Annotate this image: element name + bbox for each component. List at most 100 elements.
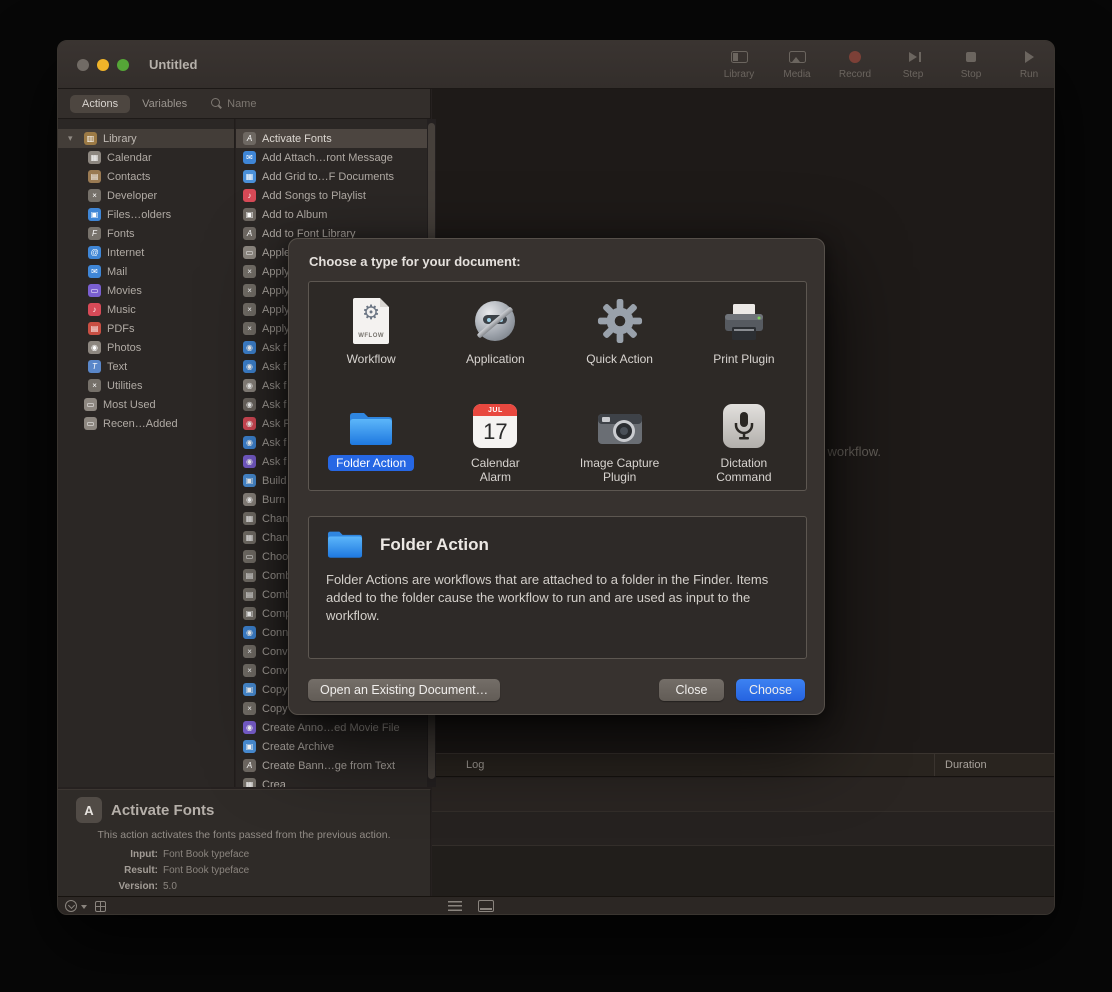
action-list-item[interactable]: ▦ Add Grid to…F Documents bbox=[236, 167, 427, 186]
toolbar-button[interactable]: Step bbox=[890, 49, 936, 80]
sidebar-item[interactable]: × Utilities bbox=[58, 376, 234, 395]
open-existing-document-button[interactable]: Open an Existing Document… bbox=[308, 679, 500, 701]
action-label: Conn bbox=[262, 627, 288, 639]
sidebar-item-label: Developer bbox=[107, 190, 157, 202]
sidebar-item-label: Internet bbox=[107, 247, 144, 259]
detail-field: Result: Font Book typeface bbox=[58, 862, 430, 878]
action-list-item[interactable]: ▣ Create Archive bbox=[236, 737, 427, 756]
detail-field-value: Font Book typeface bbox=[163, 865, 249, 876]
toolbar-button[interactable]: Media bbox=[774, 49, 820, 80]
disclosure-triangle-icon[interactable]: ▾ bbox=[68, 133, 78, 144]
detail-field-label: Version: bbox=[58, 881, 158, 892]
action-icon: ▦ bbox=[243, 170, 256, 183]
action-list-item[interactable]: ✉ Add Attach…ront Message bbox=[236, 148, 427, 167]
folder-icon: ▭ bbox=[84, 398, 97, 411]
tab-variables[interactable]: Variables bbox=[130, 95, 199, 113]
type-dictation-command[interactable]: Dictation Command bbox=[682, 386, 806, 490]
action-icon: ▭ bbox=[243, 550, 256, 563]
action-label: Ask f bbox=[262, 380, 286, 392]
media-popup-button[interactable] bbox=[65, 900, 77, 912]
microphone-icon bbox=[723, 398, 765, 448]
category-icon: ▣ bbox=[88, 208, 101, 221]
sidebar-item[interactable]: ▣ Files…olders bbox=[58, 205, 234, 224]
action-label: Build bbox=[262, 475, 286, 487]
sidebar-item[interactable]: ♪ Music bbox=[58, 300, 234, 319]
action-label: Ask f bbox=[262, 399, 286, 411]
sidebar-item[interactable]: ▤ Contacts bbox=[58, 167, 234, 186]
action-list-item[interactable]: A Create Bann…ge from Text bbox=[236, 756, 427, 775]
tab-actions[interactable]: Actions bbox=[70, 95, 130, 113]
action-list-item[interactable]: ▦ Crea bbox=[236, 775, 427, 787]
action-label: Add to Album bbox=[262, 209, 327, 221]
window-title: Untitled bbox=[149, 57, 197, 72]
sidebar-item[interactable]: ▭ Recen…Added bbox=[58, 414, 234, 433]
action-icon: ◉ bbox=[243, 493, 256, 506]
log-row[interactable] bbox=[432, 778, 1054, 812]
action-icon: ◉ bbox=[243, 379, 256, 392]
action-icon: ▣ bbox=[243, 683, 256, 696]
type-folder-action[interactable]: Folder Action bbox=[309, 386, 433, 490]
sidebar-item[interactable]: F Fonts bbox=[58, 224, 234, 243]
action-list-item[interactable]: ♪ Add Songs to Playlist bbox=[236, 186, 427, 205]
type-print-plugin[interactable]: Print Plugin bbox=[682, 282, 806, 386]
list-view-button[interactable] bbox=[448, 901, 462, 911]
type-workflow[interactable]: ⚙ WFLOW Workflow bbox=[309, 282, 433, 386]
sidebar-item[interactable]: ▤ PDFs bbox=[58, 319, 234, 338]
toolbar-button[interactable]: Stop bbox=[948, 49, 994, 80]
action-icon: ◉ bbox=[243, 360, 256, 373]
action-list-item[interactable]: ◉ Create Anno…ed Movie File bbox=[236, 718, 427, 737]
minimize-window-button[interactable] bbox=[97, 59, 109, 71]
action-icon: × bbox=[243, 322, 256, 335]
sidebar-item-label: Music bbox=[107, 304, 136, 316]
category-icon: ✉ bbox=[88, 265, 101, 278]
sidebar-item-label: Fonts bbox=[107, 228, 135, 240]
action-icon: × bbox=[243, 664, 256, 677]
sidebar-item[interactable]: ◉ Photos bbox=[58, 338, 234, 357]
media-icon bbox=[789, 51, 806, 63]
action-list-item[interactable]: A Activate Fonts bbox=[236, 129, 427, 148]
sidebar-item-library[interactable]: ▾ ▥ Library bbox=[58, 129, 234, 148]
action-label: Apply bbox=[262, 304, 290, 316]
close-button[interactable]: Close bbox=[659, 679, 724, 701]
toolbar-button[interactable]: Library bbox=[716, 49, 762, 80]
chevron-down-icon[interactable] bbox=[81, 905, 87, 909]
action-label: Apply bbox=[262, 266, 290, 278]
close-window-button[interactable] bbox=[77, 59, 89, 71]
toolbar-button-label: Run bbox=[1020, 69, 1038, 80]
action-icon: ▣ bbox=[243, 607, 256, 620]
grid-view-button[interactable] bbox=[95, 901, 106, 912]
sidebar-item[interactable]: ▭ Most Used bbox=[58, 395, 234, 414]
sidebar-item[interactable]: ▭ Movies bbox=[58, 281, 234, 300]
action-list-item[interactable]: ▣ Add to Album bbox=[236, 205, 427, 224]
detail-field-label: Result: bbox=[58, 865, 158, 876]
action-icon: × bbox=[243, 303, 256, 316]
type-description-title: Folder Action bbox=[380, 535, 489, 555]
toolbar-button[interactable]: Record bbox=[832, 49, 878, 80]
action-label: Chan bbox=[262, 513, 288, 525]
log-panel-toggle-button[interactable] bbox=[478, 900, 494, 912]
sidebar-item[interactable]: × Developer bbox=[58, 186, 234, 205]
sidebar-item[interactable]: T Text bbox=[58, 357, 234, 376]
category-icon: ▤ bbox=[88, 170, 101, 183]
action-icon: ▦ bbox=[243, 778, 256, 787]
action-icon: ▤ bbox=[243, 569, 256, 582]
log-row[interactable] bbox=[432, 812, 1054, 846]
category-icon: × bbox=[88, 379, 101, 392]
sidebar-item-label: Most Used bbox=[103, 399, 156, 411]
choose-button[interactable]: Choose bbox=[736, 679, 805, 701]
sidebar-item[interactable]: ✉ Mail bbox=[58, 262, 234, 281]
sidebar-item[interactable]: ▦ Calendar bbox=[58, 148, 234, 167]
action-icon: ◉ bbox=[243, 721, 256, 734]
action-label: Comb bbox=[262, 589, 291, 601]
type-image-capture-plugin[interactable]: Image Capture Plugin bbox=[558, 386, 682, 490]
action-label: Ask f bbox=[262, 361, 286, 373]
zoom-window-button[interactable] bbox=[117, 59, 129, 71]
type-quick-action[interactable]: Quick Action bbox=[558, 282, 682, 386]
search-input[interactable] bbox=[227, 98, 297, 110]
type-application[interactable]: Application bbox=[433, 282, 557, 386]
duration-column-header[interactable]: Duration bbox=[934, 754, 1054, 776]
sidebar-item[interactable]: @ Internet bbox=[58, 243, 234, 262]
toolbar-button[interactable]: Run bbox=[1006, 49, 1052, 80]
type-calendar-alarm[interactable]: JUL 17 Calendar Alarm bbox=[433, 386, 557, 490]
log-column-header[interactable]: Log bbox=[432, 759, 934, 771]
